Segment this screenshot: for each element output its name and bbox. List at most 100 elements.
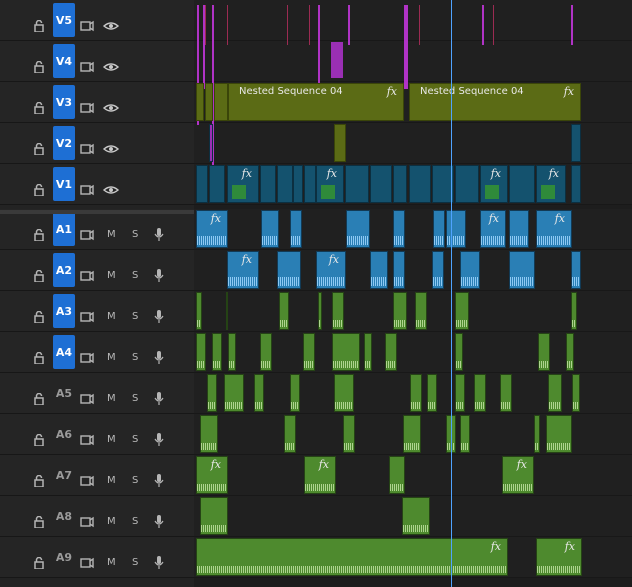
lock-icon[interactable] (33, 393, 45, 405)
edit-line[interactable] (227, 5, 228, 45)
track-target-a6[interactable]: A6 (53, 417, 75, 451)
track-target-a2[interactable]: A2 (53, 253, 75, 287)
mic-icon[interactable] (154, 392, 164, 406)
edit-line[interactable] (493, 5, 494, 45)
lock-icon[interactable] (33, 311, 45, 323)
a3-clip[interactable] (279, 292, 289, 330)
mic-icon[interactable] (154, 474, 164, 488)
a1-clip[interactable] (346, 210, 370, 248)
a5-clip[interactable] (455, 374, 465, 412)
sync-lock-icon[interactable] (80, 516, 94, 528)
v3-clip[interactable] (214, 83, 228, 121)
a6-clip[interactable] (284, 415, 296, 453)
v1-clip[interactable] (455, 165, 479, 203)
a1-clip[interactable]: fx (480, 210, 506, 248)
lock-icon[interactable] (33, 102, 45, 114)
lock-icon[interactable] (33, 229, 45, 241)
a7-clip[interactable]: fx (304, 456, 336, 494)
sync-lock-icon[interactable] (80, 557, 94, 569)
a1-clip[interactable] (261, 210, 279, 248)
v1-clip[interactable] (209, 165, 225, 203)
a4-clip[interactable] (260, 333, 272, 371)
a2-clip[interactable] (432, 251, 444, 289)
v1-clip[interactable] (370, 165, 392, 203)
v1-clip[interactable] (393, 165, 407, 203)
sync-lock-icon[interactable] (80, 143, 94, 155)
a5-clip[interactable] (290, 374, 300, 412)
a5-clip[interactable] (224, 374, 244, 412)
mic-icon[interactable] (154, 351, 164, 365)
mic-icon[interactable] (154, 556, 164, 570)
v1-clip[interactable] (409, 165, 431, 203)
sync-lock-icon[interactable] (80, 20, 94, 32)
lock-icon[interactable] (33, 352, 45, 364)
solo-button[interactable]: S (132, 557, 138, 568)
solo-button[interactable]: S (132, 516, 138, 527)
a4-clip[interactable] (364, 333, 372, 371)
eye-icon[interactable] (103, 61, 119, 73)
track-lane[interactable] (194, 41, 632, 82)
solo-button[interactable]: S (132, 434, 138, 445)
solo-button[interactable]: S (132, 352, 138, 363)
a1-clip[interactable]: fx (196, 210, 228, 248)
a7-clip[interactable]: fx (196, 456, 228, 494)
track-target-a9[interactable]: A9 (53, 540, 75, 574)
v1-clip[interactable]: fx (227, 165, 259, 203)
lock-icon[interactable] (33, 61, 45, 73)
mic-icon[interactable] (154, 515, 164, 529)
a6-clip[interactable] (546, 415, 572, 453)
lock-icon[interactable] (33, 20, 45, 32)
eye-icon[interactable] (103, 102, 119, 114)
v1-clip[interactable] (571, 165, 581, 203)
lock-icon[interactable] (33, 475, 45, 487)
v3-clip[interactable] (196, 83, 204, 121)
v2-clip[interactable] (209, 124, 213, 162)
sync-lock-icon[interactable] (80, 393, 94, 405)
mute-button[interactable]: M (107, 270, 116, 281)
solo-button[interactable]: S (132, 311, 138, 322)
track-lane[interactable] (194, 250, 632, 291)
track-target-a3[interactable]: A3 (53, 294, 75, 328)
edit-line[interactable] (287, 5, 288, 45)
a2-clip[interactable] (509, 251, 535, 289)
sync-lock-icon[interactable] (80, 434, 94, 446)
mute-button[interactable]: M (107, 393, 116, 404)
a9-music-clip[interactable]: fx (196, 538, 508, 576)
nested-sequence-clip[interactable]: fx Nested Sequence 04 (228, 83, 404, 121)
a4-clip[interactable] (196, 333, 206, 371)
sync-lock-icon[interactable] (80, 352, 94, 364)
a8-clip[interactable] (200, 497, 228, 535)
a1-clip[interactable]: fx (536, 210, 572, 248)
a5-clip[interactable] (572, 374, 580, 412)
track-lane[interactable] (194, 0, 632, 41)
playhead[interactable] (451, 0, 452, 587)
a5-clip[interactable] (334, 374, 354, 412)
mute-button[interactable]: M (107, 352, 116, 363)
v1-clip[interactable]: fx (480, 165, 508, 203)
a4-clip[interactable] (566, 333, 574, 371)
mute-button[interactable]: M (107, 311, 116, 322)
lock-icon[interactable] (33, 184, 45, 196)
edit-marker[interactable] (482, 5, 484, 45)
a2-clip[interactable] (393, 251, 405, 289)
edit-line[interactable] (309, 5, 310, 45)
a2-clip[interactable]: fx (227, 251, 259, 289)
a1-clip[interactable] (446, 210, 466, 248)
v1-clip[interactable] (277, 165, 293, 203)
edit-line[interactable] (205, 5, 206, 45)
lock-icon[interactable] (33, 143, 45, 155)
a5-clip[interactable] (410, 374, 422, 412)
a4-clip[interactable] (303, 333, 315, 371)
v1-clip[interactable] (196, 165, 208, 203)
a4-clip[interactable] (538, 333, 550, 371)
sync-lock-icon[interactable] (80, 270, 94, 282)
a2-clip[interactable] (370, 251, 388, 289)
mute-button[interactable]: M (107, 229, 116, 240)
edit-marker[interactable] (318, 5, 320, 89)
track-target-v3[interactable]: V3 (53, 85, 75, 119)
a3-clip[interactable] (318, 292, 322, 330)
a6-clip[interactable] (403, 415, 421, 453)
v1-clip[interactable] (293, 165, 303, 203)
a3-clip[interactable] (332, 292, 344, 330)
timeline-area[interactable]: fx Nested Sequence 04 fx Nested Sequence 04… (194, 0, 632, 587)
